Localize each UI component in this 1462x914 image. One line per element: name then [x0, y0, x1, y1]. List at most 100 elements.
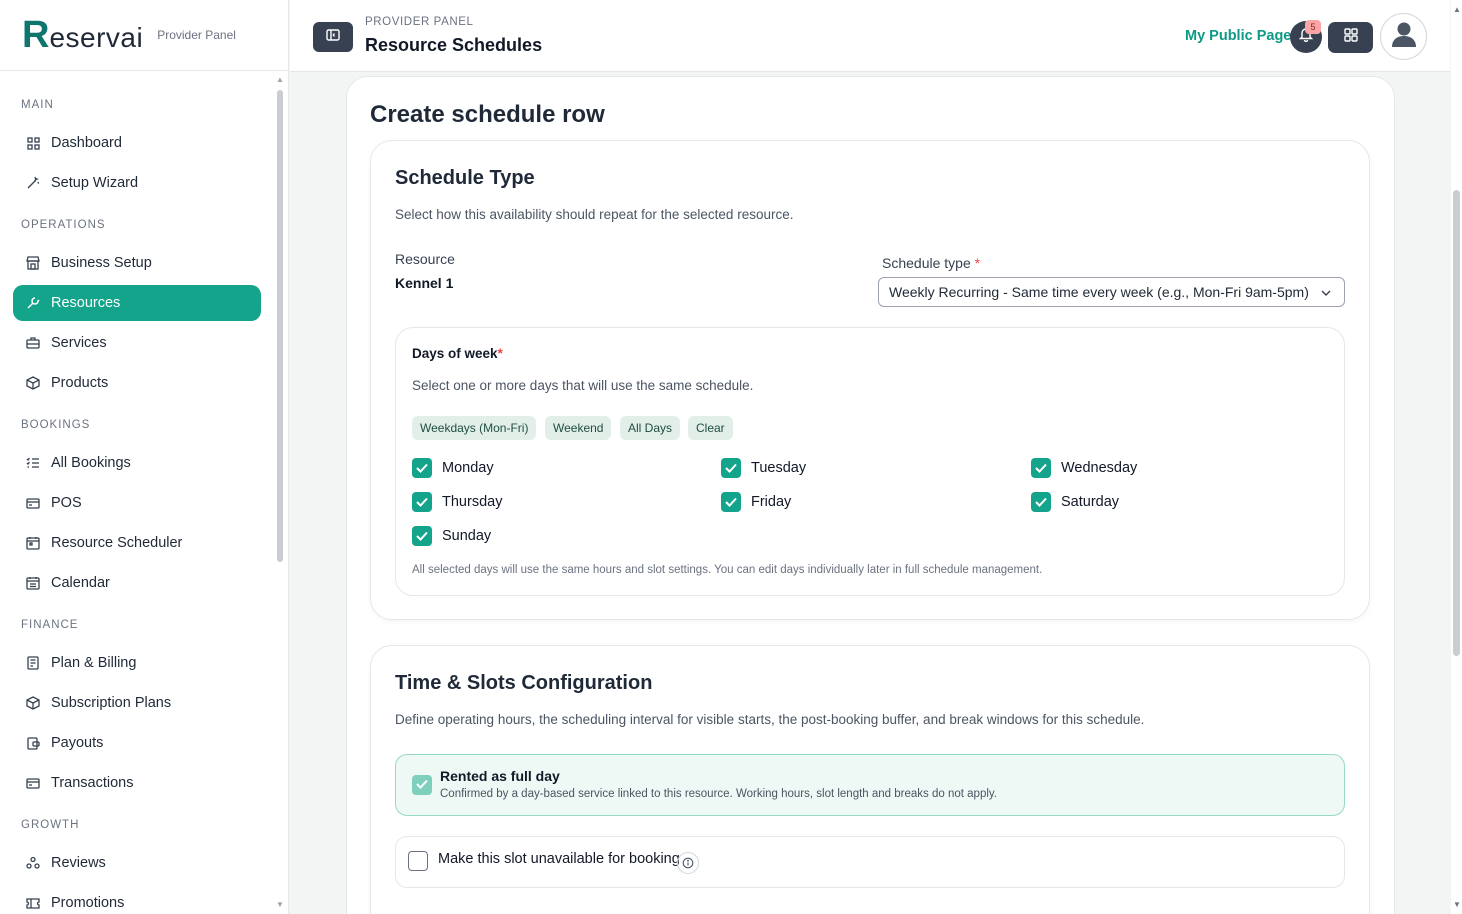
sidebar-item-pos[interactable]: POS [13, 485, 261, 521]
brand-header: R eservai Provider Panel [0, 0, 288, 71]
days-title-text: Days of week [412, 346, 498, 361]
checkbox-checked-icon [721, 458, 741, 478]
logo-text: eservai [49, 22, 144, 53]
sidebar-scrollbar[interactable] [277, 90, 283, 562]
unavailable-checkbox[interactable] [408, 851, 428, 871]
time-slots-title: Time & Slots Configuration [395, 672, 653, 694]
briefcase-icon [25, 335, 41, 351]
sidebar-item-subscription-plans[interactable]: Subscription Plans [13, 685, 261, 721]
wallet-icon [25, 735, 41, 751]
sidebar-item-label: Products [51, 375, 109, 391]
sidebar-item-label: POS [51, 495, 82, 511]
full-day-label: Rented as full day [440, 768, 560, 784]
sidebar-item-resource-scheduler[interactable]: Resource Scheduler [13, 525, 261, 561]
day-label: Sunday [442, 528, 492, 544]
day-label: Thursday [442, 494, 503, 510]
card-icon [25, 495, 41, 511]
info-icon[interactable] [677, 852, 699, 874]
day-label: Monday [442, 460, 494, 476]
required-mark: * [497, 346, 503, 361]
schedule-type-select[interactable]: Weekly Recurring - Same time every week … [878, 277, 1345, 307]
page-heading: Create schedule row [370, 101, 605, 128]
sidebar-item-label: Services [51, 335, 107, 351]
resource-value: Kennel 1 [395, 275, 454, 291]
day-checkbox-tuesday[interactable]: Tuesday [721, 458, 806, 478]
full-day-option[interactable] [395, 754, 1345, 816]
sidebar-item-label: All Bookings [51, 455, 131, 471]
sidebar-item-label: Resources [51, 295, 121, 311]
user-icon [1391, 20, 1417, 53]
chip-all-days-button[interactable]: All Days [620, 416, 681, 440]
list-icon [25, 455, 41, 471]
sidebar-item-label: Resource Scheduler [51, 535, 183, 551]
day-checkbox-saturday[interactable]: Saturday [1031, 492, 1119, 512]
sidebar-item-label: Subscription Plans [51, 695, 172, 711]
box-icon [25, 375, 41, 391]
full-day-description: Confirmed by a day-based service linked … [440, 788, 997, 800]
sidebar-item-label: Promotions [51, 895, 125, 911]
sidebar-item-label: Business Setup [51, 255, 152, 271]
day-checkbox-wednesday[interactable]: Wednesday [1031, 458, 1137, 478]
page-scroll-down[interactable]: ▼ [1453, 900, 1461, 909]
day-checkbox-monday[interactable]: Monday [412, 458, 494, 478]
days-subtitle: Select one or more days that will use th… [412, 378, 754, 393]
days-note: All selected days will use the same hour… [412, 564, 1043, 576]
chevron-down-icon [1320, 286, 1332, 302]
calendar-icon [25, 535, 41, 551]
checkbox-checked-icon [412, 458, 432, 478]
schedule-type-selected-value: Weekly Recurring - Same time every week … [889, 284, 1309, 300]
day-checkbox-sunday[interactable]: Sunday [412, 526, 491, 546]
sidebar-item-transactions[interactable]: Transactions [13, 765, 261, 801]
page-scroll-up[interactable]: ▲ [1453, 5, 1461, 14]
sidebar-item-label: Calendar [51, 575, 110, 591]
receipt-icon [25, 655, 41, 671]
sidebar-item-dashboard[interactable]: Dashboard [13, 125, 261, 161]
apps-menu-button[interactable] [1328, 22, 1373, 53]
unavailable-label: Make this slot unavailable for booking [438, 851, 680, 867]
time-slots-subtitle: Define operating hours, the scheduling i… [395, 712, 1145, 727]
sidebar-item-reviews[interactable]: Reviews [13, 845, 261, 881]
full-day-checkbox[interactable] [412, 775, 432, 795]
resource-label: Resource [395, 251, 455, 267]
sidebar-item-payouts[interactable]: Payouts [13, 725, 261, 761]
user-avatar-button[interactable] [1380, 13, 1427, 60]
my-public-page-link[interactable]: My Public Page [1185, 28, 1291, 44]
page-title: Resource Schedules [365, 35, 543, 55]
day-checkbox-thursday[interactable]: Thursday [412, 492, 502, 512]
wand-icon [25, 175, 41, 191]
sidebar-item-label: Transactions [51, 775, 134, 791]
chip-clear-button[interactable]: Clear [688, 416, 733, 440]
ticket-icon [25, 895, 41, 911]
nav-section-bookings: BOOKINGS [21, 419, 91, 431]
checkbox-checked-icon [412, 492, 432, 512]
brand-subtitle: Provider Panel [157, 28, 236, 42]
sidebar-item-services[interactable]: Services [13, 325, 261, 361]
topbar: PROVIDER PANEL Resource Schedules My Pub… [290, 0, 1450, 72]
wrench-icon [25, 295, 41, 311]
sidebar-item-label: Setup Wizard [51, 175, 139, 191]
app-logo[interactable]: R eservai [22, 16, 143, 54]
sidebar-item-label: Reviews [51, 855, 106, 871]
sidebar-item-setup-wizard[interactable]: Setup Wizard [13, 165, 261, 201]
sidebar-item-promotions[interactable]: Promotions [13, 885, 261, 914]
sidebar-item-label: Payouts [51, 735, 104, 751]
checkbox-checked-icon [1031, 492, 1051, 512]
sidebar-scroll-down[interactable]: ▼ [276, 900, 284, 909]
sidebar-scroll-up[interactable]: ▲ [276, 75, 284, 84]
sidebar-item-label: Dashboard [51, 135, 122, 151]
sidebar-item-all-bookings[interactable]: All Bookings [13, 445, 261, 481]
day-checkbox-friday[interactable]: Friday [721, 492, 791, 512]
sidebar-item-plan-billing[interactable]: Plan & Billing [13, 645, 261, 681]
checkbox-checked-icon [416, 776, 428, 794]
schedule-type-subtitle: Select how this availability should repe… [395, 207, 794, 222]
panel-toggle-icon [326, 28, 340, 46]
sidebar-toggle-button[interactable] [313, 22, 353, 52]
sidebar: R eservai Provider Panel MAIN Dashboard … [0, 0, 289, 914]
sidebar-item-resources[interactable]: Resources [13, 285, 261, 321]
page-scrollbar[interactable] [1453, 190, 1460, 656]
chip-weekend-button[interactable]: Weekend [545, 416, 612, 440]
chip-weekdays-button[interactable]: Weekdays (Mon-Fri) [412, 416, 537, 440]
sidebar-item-calendar[interactable]: Calendar [13, 565, 261, 601]
sidebar-item-business-setup[interactable]: Business Setup [13, 245, 261, 281]
sidebar-item-products[interactable]: Products [13, 365, 261, 401]
